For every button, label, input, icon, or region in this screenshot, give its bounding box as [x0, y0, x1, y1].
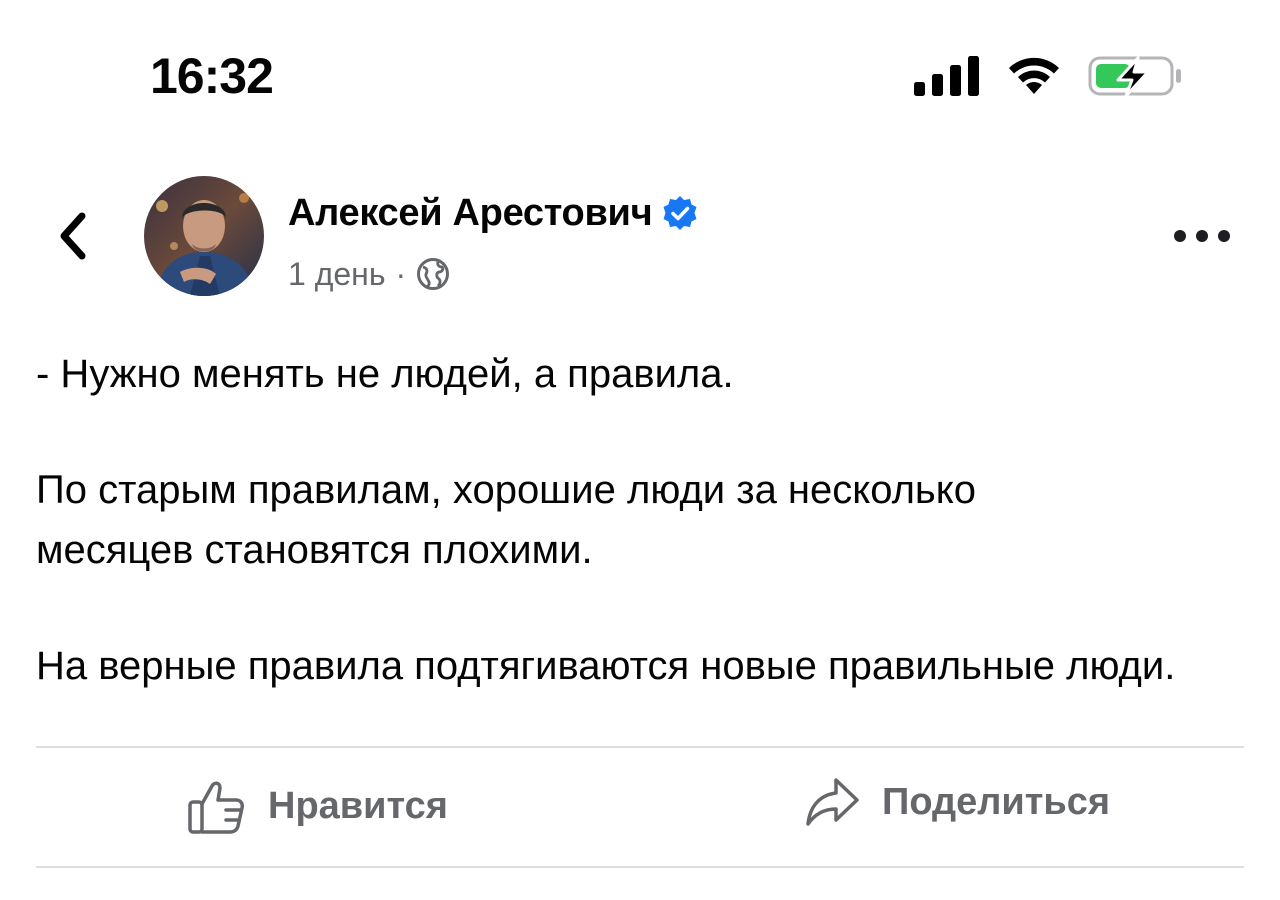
post-paragraph: На верные правила подтягиваются новые пр…: [36, 644, 1176, 688]
thumbs-up-icon: [188, 781, 244, 834]
post-paragraph: По старым правилам, хорошие люди за неск…: [36, 468, 976, 572]
avatar-photo: [144, 176, 264, 296]
post-body: - Нужно менять не людей, а правила. По с…: [36, 344, 1236, 752]
post-meta: 1 день ·: [288, 252, 450, 296]
back-button[interactable]: [52, 208, 92, 264]
signal-icon: [914, 56, 979, 96]
like-label: Нравится: [268, 784, 448, 827]
share-arrow-icon: [806, 778, 859, 826]
more-options-button[interactable]: [1174, 216, 1230, 256]
divider-top: [36, 746, 1244, 748]
post-time[interactable]: 1 день: [288, 252, 386, 296]
avatar[interactable]: [144, 176, 264, 296]
post-paragraph: - Нужно менять не людей, а правила.: [36, 352, 734, 396]
status-time: 16:32: [150, 48, 274, 104]
globe-icon: [417, 258, 450, 290]
more-dot-icon: [1174, 230, 1186, 242]
status-icons: [914, 54, 1184, 98]
share-button[interactable]: Поделиться: [804, 776, 1110, 828]
chevron-left-icon: [60, 212, 86, 260]
meta-separator: ·: [395, 256, 407, 292]
divider-bottom: [36, 866, 1244, 868]
verified-badge-icon: [663, 196, 697, 230]
more-dot-icon: [1196, 230, 1208, 242]
like-button[interactable]: Нравится: [186, 776, 448, 836]
author-name[interactable]: Алексей Арестович: [288, 190, 698, 236]
more-dot-icon: [1218, 230, 1230, 242]
battery-charging-icon: [1088, 56, 1181, 98]
author-name-text: Алексей Арестович: [288, 192, 653, 234]
wifi-icon: [1009, 57, 1059, 94]
share-label: Поделиться: [882, 780, 1111, 823]
